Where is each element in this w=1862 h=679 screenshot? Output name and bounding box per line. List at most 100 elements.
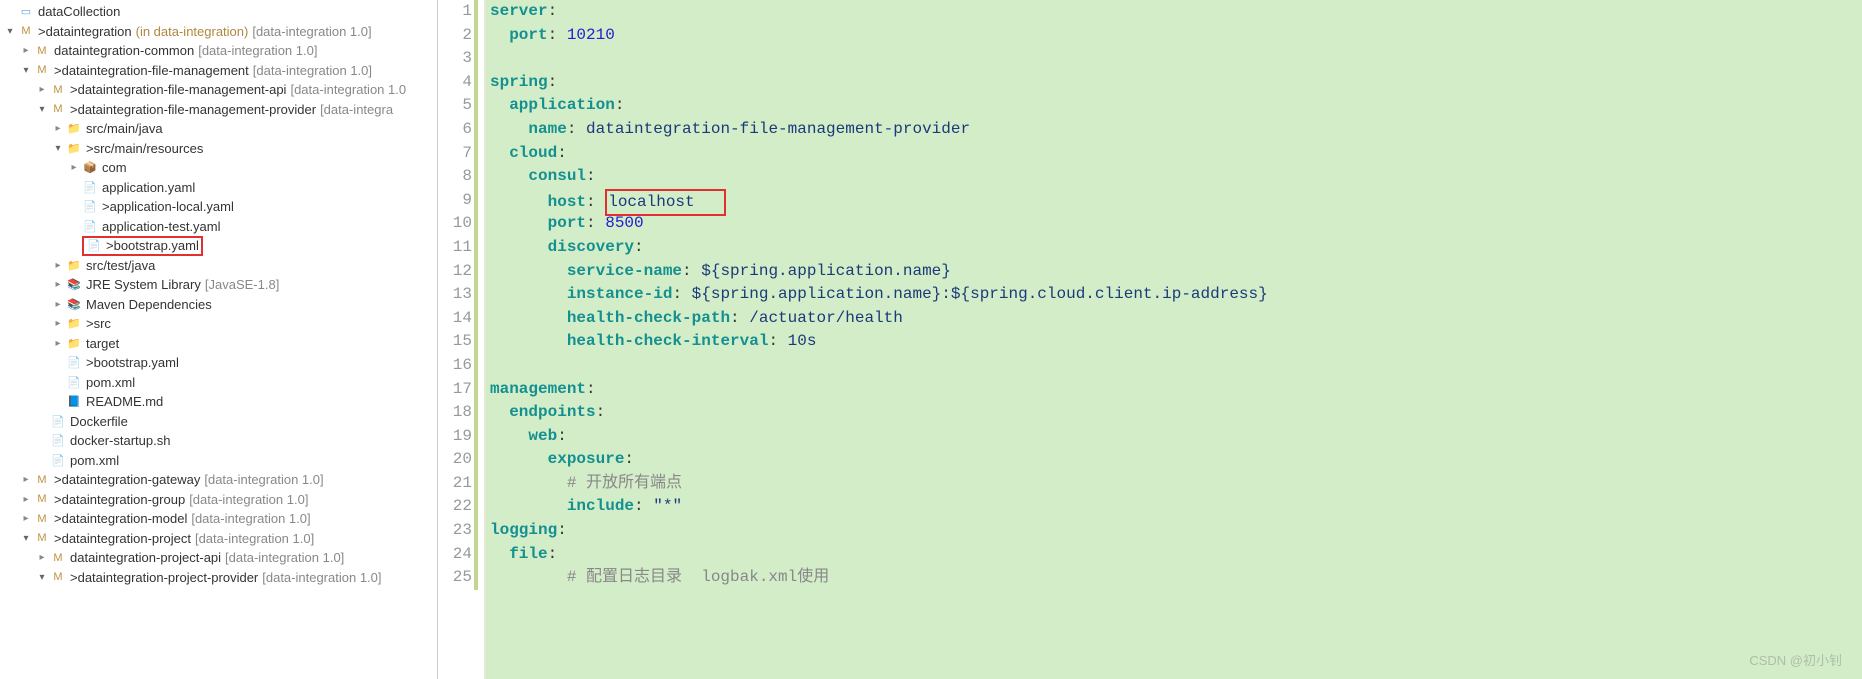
expand-arrow-icon[interactable] [50, 338, 66, 349]
expand-arrow-icon[interactable] [66, 162, 82, 173]
tree-item[interactable]: 📦 com [0, 158, 437, 178]
code-line[interactable]: name: dataintegration-file-management-pr… [490, 118, 1862, 142]
tree-item[interactable]: M> dataintegration-gateway[data-integrat… [0, 470, 437, 490]
tree-item[interactable]: 📁> src/main/resources [0, 139, 437, 159]
tree-item-version: [data-integration 1.0] [262, 570, 381, 585]
tree-item[interactable]: 📁> src [0, 314, 437, 334]
tree-item[interactable]: 📄pom.xml [0, 373, 437, 393]
vcs-marker: > [54, 531, 62, 546]
expand-arrow-icon[interactable] [50, 143, 66, 154]
code-line[interactable]: web: [490, 425, 1862, 449]
expand-arrow-icon[interactable] [34, 572, 50, 583]
code-line[interactable]: endpoints: [490, 401, 1862, 425]
code-line[interactable]: management: [490, 378, 1862, 402]
code-token: 10210 [567, 26, 615, 44]
code-line[interactable]: logging: [490, 519, 1862, 543]
tree-item[interactable]: 📄pom.xml [0, 451, 437, 471]
expand-arrow-icon[interactable] [18, 65, 34, 76]
tree-item[interactable]: 📄> bootstrap.yaml [0, 353, 437, 373]
tree-item-label: bootstrap.yaml [94, 355, 179, 370]
expand-arrow-icon[interactable] [50, 123, 66, 134]
code-line[interactable]: instance-id: ${spring.application.name}:… [490, 283, 1862, 307]
code-line[interactable]: exposure: [490, 448, 1862, 472]
expand-arrow-icon[interactable] [18, 494, 34, 505]
tree-item[interactable]: M> dataintegration-model[data-integratio… [0, 509, 437, 529]
tree-item[interactable]: 📁src/test/java [0, 256, 437, 276]
expand-arrow-icon[interactable] [50, 279, 66, 290]
tree-item[interactable]: 📄 application-test.yaml [0, 217, 437, 237]
code-line[interactable]: spring: [490, 71, 1862, 95]
tree-item[interactable]: M> dataintegration-file-management-api[d… [0, 80, 437, 100]
tree-item[interactable]: 📚Maven Dependencies [0, 295, 437, 315]
code-line[interactable]: discovery: [490, 236, 1862, 260]
code-line[interactable] [490, 47, 1862, 71]
pkg-icon: 📦 [82, 160, 98, 176]
code-line[interactable]: # 配置日志目录 logbak.xml使用 [490, 566, 1862, 590]
code-area[interactable]: server: port: 10210spring: application: … [486, 0, 1862, 679]
expand-arrow-icon[interactable] [34, 552, 50, 563]
tree-item-label: application-test.yaml [102, 219, 221, 234]
tree-item[interactable]: M> dataintegration-file-management-provi… [0, 100, 437, 120]
tree-item[interactable]: M> dataintegration(in data-integration)[… [0, 22, 437, 42]
code-line[interactable]: health-check-path: /actuator/health [490, 307, 1862, 331]
expand-arrow-icon[interactable] [18, 513, 34, 524]
tree-item[interactable]: 📄application.yaml [0, 178, 437, 198]
vcs-marker: > [54, 63, 62, 78]
code-token: server [490, 2, 548, 20]
vcs-marker: > [86, 141, 94, 156]
line-number: 5 [446, 94, 472, 118]
code-token: : [557, 427, 567, 445]
yaml-icon: 📄 [66, 355, 82, 371]
code-token: : [548, 73, 558, 91]
expand-arrow-icon[interactable] [50, 299, 66, 310]
tree-item[interactable]: ▭dataCollection [0, 2, 437, 22]
code-line[interactable]: # 开放所有端点 [490, 472, 1862, 496]
code-line[interactable]: application: [490, 94, 1862, 118]
tree-item[interactable]: 📘README.md [0, 392, 437, 412]
tree-item[interactable]: M> dataintegration-project[data-integrat… [0, 529, 437, 549]
code-line[interactable] [490, 354, 1862, 378]
code-editor[interactable]: 1234567891011121314151617181920212223242… [438, 0, 1862, 679]
project-explorer[interactable]: ▭dataCollectionM> dataintegration(in dat… [0, 0, 438, 679]
tree-item-label: Maven Dependencies [86, 297, 212, 312]
code-line[interactable]: health-check-interval: 10s [490, 330, 1862, 354]
code-line[interactable]: port: 10210 [490, 24, 1862, 48]
tree-item[interactable]: 📄Dockerfile [0, 412, 437, 432]
tree-item[interactable]: 📚JRE System Library[JavaSE-1.8] [0, 275, 437, 295]
tree-item[interactable]: M> dataintegration-project-provider[data… [0, 568, 437, 588]
code-line[interactable]: file: [490, 543, 1862, 567]
tree-item[interactable]: Mdataintegration-common[data-integration… [0, 41, 437, 61]
code-token: application [509, 96, 615, 114]
expand-arrow-icon[interactable] [34, 104, 50, 115]
expand-arrow-icon[interactable] [18, 474, 34, 485]
code-line[interactable]: host: localhost [490, 189, 1862, 213]
code-line[interactable]: consul: [490, 165, 1862, 189]
tree-item[interactable]: Mdataintegration-project-api[data-integr… [0, 548, 437, 568]
tree-item[interactable]: 📁src/main/java [0, 119, 437, 139]
line-number: 17 [446, 378, 472, 402]
tree-item[interactable]: M> dataintegration-file-management[data-… [0, 61, 437, 81]
code-token: host [548, 193, 586, 211]
tree-item[interactable]: 📁target [0, 334, 437, 354]
expand-arrow-icon[interactable] [50, 318, 66, 329]
expand-arrow-icon[interactable] [18, 533, 34, 544]
yaml-icon: 📄 [82, 218, 98, 234]
code-line[interactable]: cloud: [490, 142, 1862, 166]
expand-arrow-icon[interactable] [2, 26, 18, 37]
code-line[interactable]: server: [490, 0, 1862, 24]
code-line[interactable]: include: "*" [490, 495, 1862, 519]
mvn-icon: M [34, 472, 50, 488]
expand-arrow-icon[interactable] [34, 84, 50, 95]
tree-item[interactable]: 📄docker-startup.sh [0, 431, 437, 451]
expand-arrow-icon[interactable] [50, 260, 66, 271]
vcs-marker: > [106, 238, 114, 253]
code-line[interactable]: service-name: ${spring.application.name} [490, 260, 1862, 284]
tree-item[interactable]: 📄> bootstrap.yaml [0, 236, 437, 256]
line-number: 15 [446, 330, 472, 354]
tree-item-label: com [102, 160, 127, 175]
tree-item[interactable]: 📄> application-local.yaml [0, 197, 437, 217]
expand-arrow-icon[interactable] [18, 45, 34, 56]
tree-item[interactable]: M> dataintegration-group[data-integratio… [0, 490, 437, 510]
code-token: 8500 [605, 214, 643, 232]
tree-item-label: README.md [86, 394, 163, 409]
